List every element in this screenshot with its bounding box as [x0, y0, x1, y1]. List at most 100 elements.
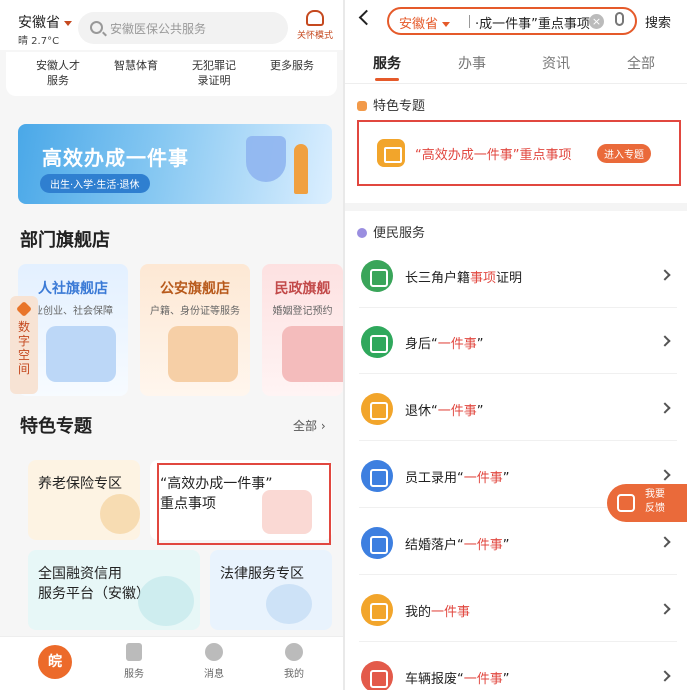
store-card-civil[interactable]: 民政旗舰 婚姻登记预约	[262, 264, 343, 396]
search-query-text: ·成一件事”重点事项	[475, 17, 590, 32]
bottom-tab-bar: 皖 服务 消息 我的	[0, 636, 343, 690]
highlight-box	[357, 120, 681, 186]
search-button[interactable]: 搜索	[645, 12, 671, 31]
chat-bubble-icon	[205, 643, 223, 661]
quick-item-label: 更多服务	[270, 59, 314, 72]
feedback-button[interactable]: 我要反馈	[607, 484, 687, 522]
tab-label: 消息	[204, 669, 224, 680]
scales-icon	[266, 584, 312, 624]
topic-title-line: 全国融资信用	[38, 566, 122, 582]
hrss-illustration	[46, 326, 116, 382]
tab-all[interactable]: 全部	[627, 53, 655, 73]
search-bar[interactable]: 安徽医保公共服务	[78, 12, 288, 44]
home-header: 安徽省 晴 2.7°C 安徽医保公共服务 关怀模式	[0, 0, 343, 50]
region-selector[interactable]: 安徽省	[399, 13, 451, 32]
quick-item-sports[interactable]: 智慧体育	[98, 58, 174, 73]
convenience-section-header: 便民服务	[357, 222, 425, 241]
store-subtitle: 户籍、身份证等服务	[150, 306, 240, 317]
chevron-right-icon	[659, 402, 671, 414]
tab-label: 服务	[124, 669, 144, 680]
store-name: 民政旗舰	[274, 281, 331, 297]
topic-title: 法律服务专区	[220, 566, 304, 582]
search-icon	[90, 21, 103, 34]
vehicle-scrap-icon	[361, 661, 393, 690]
service-item[interactable]: 车辆报废“一件事”	[359, 647, 677, 690]
person-illustration	[294, 144, 308, 194]
quick-item-label: 录证明	[197, 74, 231, 87]
carousel-dots	[168, 194, 203, 204]
side-tab-char: 间	[17, 362, 30, 376]
search-input[interactable]: 安徽省 ·成一件事”重点事项 ×	[387, 7, 637, 35]
tab-messages[interactable]: 消息	[194, 643, 234, 680]
promo-banner[interactable]: 高效办成一件事 出生·入学·生活·退休	[18, 124, 332, 204]
location-selector[interactable]: 安徽省	[18, 12, 72, 32]
chevron-right-icon	[659, 603, 671, 615]
quick-item-talent[interactable]: 安徽人才 服务	[20, 58, 96, 88]
service-item[interactable]: 身后“一件事”	[359, 312, 677, 374]
side-tab-char: 字	[17, 334, 30, 348]
result-tabs: 服务 办事 资讯 全部	[345, 44, 687, 84]
document-icon	[126, 643, 142, 661]
separator	[469, 15, 470, 28]
store-name: 公安旗舰店	[160, 281, 230, 297]
care-mode-button[interactable]: 关怀模式	[292, 10, 338, 41]
tab-mine[interactable]: 我的	[274, 643, 314, 680]
tab-affairs[interactable]: 办事	[458, 53, 486, 73]
microphone-icon[interactable]	[615, 12, 624, 26]
topic-title: 全国融资信用 服务平台（安徽）	[38, 564, 150, 604]
chevron-right-icon: ›	[317, 419, 326, 433]
topics-section-title: 特色专题	[20, 416, 92, 437]
circle-icon	[357, 228, 367, 238]
service-label: 我的一件事	[405, 605, 471, 620]
topic-card-legal[interactable]: 法律服务专区	[210, 550, 332, 630]
left-app-panel: 安徽省 晴 2.7°C 安徽医保公共服务 关怀模式 安徽人才 服务 智慧体育 无…	[0, 0, 343, 690]
back-arrow-icon[interactable]	[358, 9, 375, 26]
right-search-panel: 安徽省 ·成一件事”重点事项 × 搜索 服务 办事 资讯 全部 特色专题 “高效…	[345, 0, 687, 690]
employee-form-icon	[361, 460, 393, 492]
caret-down-icon	[64, 20, 72, 26]
star-icon	[357, 101, 367, 111]
topics-more-link[interactable]: 全部 ›	[293, 417, 326, 434]
side-tab-char: 空	[17, 348, 30, 362]
home-logo-icon[interactable]: 皖	[38, 645, 72, 679]
clear-icon[interactable]: ×	[589, 14, 604, 29]
search-placeholder: 安徽医保公共服务	[110, 22, 207, 36]
care-mode-icon	[306, 10, 324, 26]
store-subtitle: 婚姻登记预约	[272, 306, 333, 317]
quick-item-label: 安徽人才	[36, 59, 80, 72]
quick-item-no-crime-cert[interactable]: 无犯罪记 录证明	[176, 58, 252, 88]
user-icon	[285, 643, 303, 661]
chevron-right-icon	[659, 269, 671, 281]
digital-space-tab[interactable]: 数 字 空 间	[10, 296, 38, 394]
active-tab-indicator	[375, 78, 399, 81]
chevron-right-icon	[659, 469, 671, 481]
tab-services[interactable]: 服务	[114, 643, 154, 680]
care-mode-label: 关怀模式	[296, 31, 333, 41]
service-item[interactable]: 结婚落户“一件事”	[359, 513, 677, 575]
service-item[interactable]: 退休“一件事”	[359, 379, 677, 441]
store-card-police[interactable]: 公安旗舰店 户籍、身份证等服务	[140, 264, 250, 396]
service-item[interactable]: 我的一件事	[359, 580, 677, 642]
quick-item-more[interactable]: 更多服务	[254, 58, 330, 73]
topic-card-credit[interactable]: 全国融资信用 服务平台（安徽）	[28, 550, 200, 630]
search-header: 安徽省 ·成一件事”重点事项 × 搜索	[345, 0, 687, 42]
pension-illustration	[100, 494, 140, 534]
featured-section-title: 特色专题	[373, 99, 426, 114]
service-label: 身后“一件事”	[405, 337, 484, 352]
tab-news[interactable]: 资讯	[542, 53, 570, 73]
banner-subtitle: 出生·入学·生活·退休	[40, 174, 150, 193]
chevron-right-icon	[659, 670, 671, 682]
service-item[interactable]: 长三角户籍事项证明	[359, 246, 677, 308]
cube-icon	[16, 301, 32, 317]
chevron-right-icon	[659, 536, 671, 548]
chevron-right-icon	[659, 335, 671, 347]
police-badge-illustration	[168, 326, 238, 382]
banner-title: 高效办成一件事	[42, 146, 189, 170]
tab-services[interactable]: 服务	[373, 53, 401, 73]
topic-card-pension[interactable]: 养老保险专区	[28, 460, 140, 540]
quick-item-label: 无犯罪记	[192, 59, 236, 72]
service-label: 车辆报废“一件事”	[405, 672, 510, 687]
store-name: 人社旗舰店	[38, 281, 108, 297]
side-tab-char: 数	[17, 320, 30, 334]
service-label: 员工录用“一件事”	[405, 471, 510, 486]
